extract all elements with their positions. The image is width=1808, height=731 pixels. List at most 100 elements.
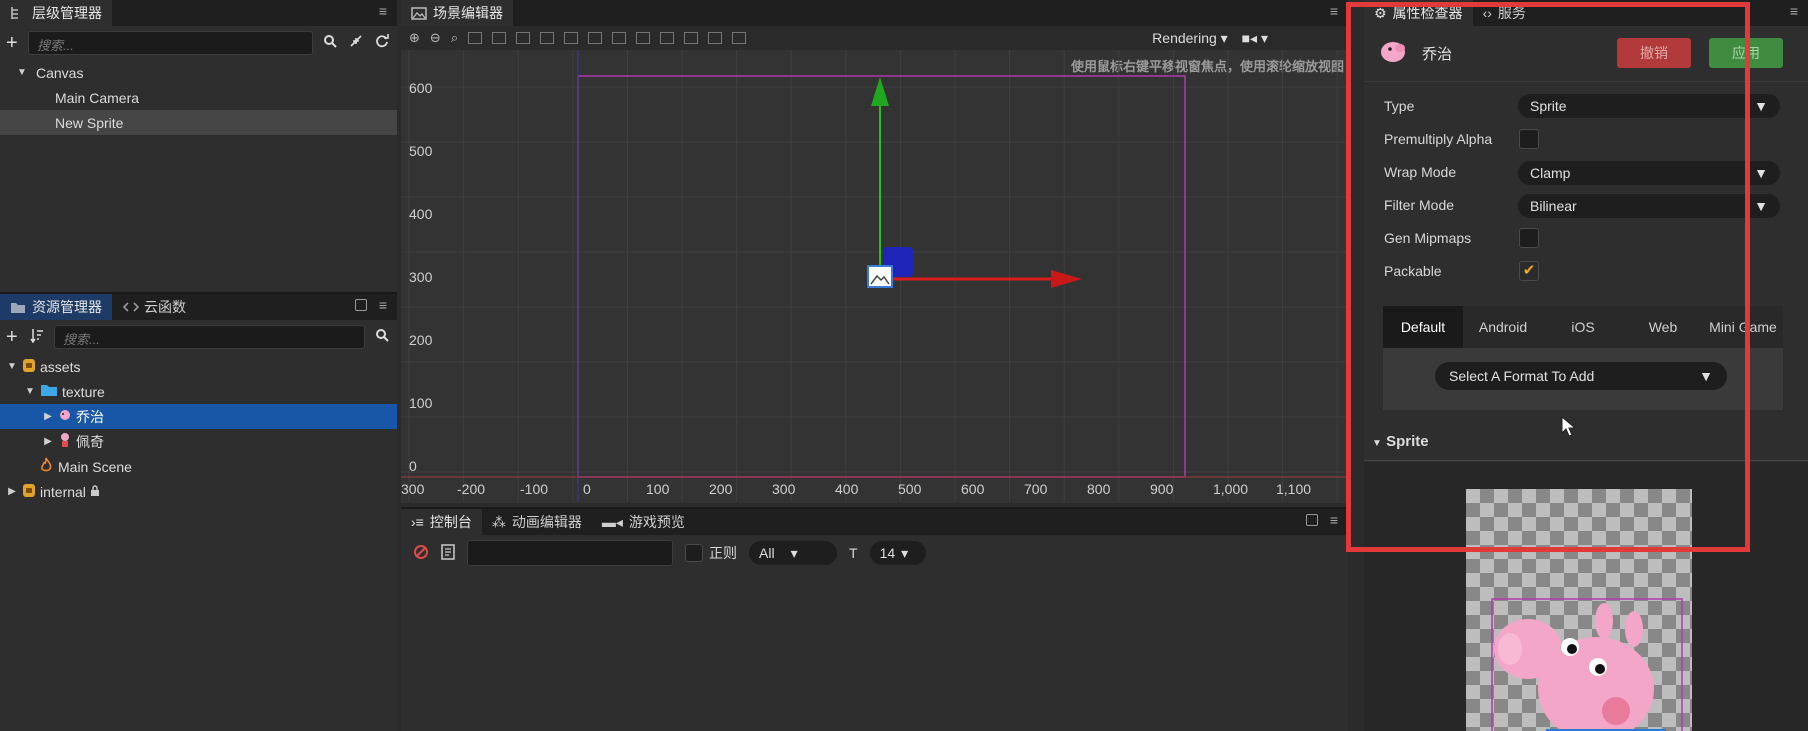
tree-node-internal[interactable]: ▶ internal: [0, 479, 397, 504]
tab-cloud-functions[interactable]: 云函数: [112, 294, 196, 320]
y-tick-label: 200: [409, 332, 433, 348]
tab-game-preview[interactable]: ▬◂ 游戏预览: [592, 509, 695, 535]
hierarchy-search-input[interactable]: 搜索...: [28, 31, 313, 55]
tab-console-label: 控制台: [429, 514, 472, 530]
tab-scene[interactable]: 场景编辑器: [401, 0, 513, 26]
zoom-out-icon[interactable]: ⊖: [430, 30, 441, 46]
section-divider: [1364, 460, 1808, 461]
tree-node-assets[interactable]: ▼ assets: [0, 354, 397, 379]
format-select[interactable]: Select A Format To Add ▼: [1435, 362, 1727, 390]
expand-arrow-icon[interactable]: ▼: [16, 67, 28, 78]
tab-platform-default[interactable]: Default: [1383, 306, 1463, 348]
align-right-icon[interactable]: [516, 32, 531, 44]
font-size-select[interactable]: 14 ▾: [869, 541, 926, 565]
expand-arrow-icon[interactable]: ▼: [6, 361, 18, 372]
wrap-mode-select[interactable]: Clamp ▼: [1518, 161, 1780, 185]
refresh-icon[interactable]: [373, 34, 391, 52]
align-bottom-icon[interactable]: [588, 32, 603, 44]
log-level-select[interactable]: All ▾: [749, 541, 837, 565]
maximize-icon[interactable]: [355, 299, 367, 311]
revert-button[interactable]: 撤销: [1617, 38, 1691, 68]
tab-animation-editor[interactable]: ⁂ 动画编辑器: [482, 509, 592, 535]
x-tick-label: 600: [961, 481, 985, 497]
distribute-middle-icon[interactable]: [636, 32, 651, 44]
scene-viewport[interactable]: 600 500 400 300 200 100 0 300 -200 -100 0 100 200 30…: [401, 50, 1348, 502]
tree-node-label: assets: [40, 358, 81, 375]
tree-node-peppa[interactable]: ▶ 佩奇: [0, 429, 397, 454]
distribute-right-icon[interactable]: [732, 32, 747, 44]
assets-search-input[interactable]: 搜索...: [54, 325, 365, 349]
add-node-icon[interactable]: +: [6, 33, 20, 53]
align-left-icon[interactable]: [468, 32, 483, 44]
add-asset-icon[interactable]: +: [6, 327, 20, 347]
distribute-left-icon[interactable]: [684, 32, 699, 44]
zoom-fit-icon[interactable]: ⌕: [451, 30, 458, 46]
expand-arrow-icon[interactable]: ▶: [42, 436, 54, 447]
tree-node-canvas[interactable]: ▼ Canvas: [0, 60, 397, 85]
zoom-in-icon[interactable]: ⊕: [409, 30, 420, 46]
premultiply-checkbox[interactable]: [1519, 129, 1539, 149]
expand-arrow-icon[interactable]: ▼: [24, 386, 36, 397]
tab-hierarchy[interactable]: 层级管理器: [0, 0, 112, 26]
tab-inspector[interactable]: ⚙ 属性检查器: [1364, 0, 1473, 26]
panel-menu-icon[interactable]: ≡: [1786, 4, 1802, 18]
type-select[interactable]: Sprite ▼: [1518, 94, 1780, 118]
gear-icon: ⚙: [1374, 4, 1387, 21]
chevron-down-icon: ▾: [790, 544, 798, 561]
tree-node-label: Canvas: [36, 64, 84, 81]
tree-node-label: texture: [62, 383, 105, 400]
scene-image-icon: [411, 6, 427, 20]
x-tick-label: 300: [772, 481, 796, 497]
console-filter-input[interactable]: [467, 540, 673, 566]
tab-platform-android[interactable]: Android: [1463, 306, 1543, 348]
panel-menu-icon[interactable]: ≡: [1326, 4, 1342, 18]
search-icon[interactable]: [373, 328, 391, 346]
panel-menu-icon[interactable]: ≡: [375, 4, 391, 18]
align-top-icon[interactable]: [540, 32, 555, 44]
x-tick-label: -200: [457, 481, 485, 497]
console-toolbar: 正则 All ▾ T 14 ▾: [401, 535, 1348, 571]
tab-services[interactable]: ‹› 服务: [1473, 0, 1536, 26]
panel-menu-icon[interactable]: ≡: [375, 298, 391, 312]
apply-button[interactable]: 应用: [1709, 38, 1783, 68]
log-file-icon[interactable]: [441, 543, 455, 563]
tab-platform-web[interactable]: Web: [1623, 306, 1703, 348]
align-center-icon[interactable]: [492, 32, 507, 44]
premultiply-label: Premultiply Alpha: [1384, 131, 1493, 147]
sprite-section-header[interactable]: ▼ Sprite: [1372, 433, 1429, 450]
distribute-top-icon[interactable]: [612, 32, 627, 44]
expand-arrow-icon[interactable]: ▶: [42, 411, 54, 422]
tree-node-texture[interactable]: ▼ texture: [0, 379, 397, 404]
distribute-center-icon[interactable]: [708, 32, 723, 44]
chevron-down-icon: ▾: [1220, 30, 1228, 46]
packable-checkbox[interactable]: ✔: [1519, 261, 1539, 281]
distribute-bottom-icon[interactable]: [660, 32, 675, 44]
tab-platform-ios[interactable]: iOS: [1543, 306, 1623, 348]
panel-menu-icon[interactable]: ≡: [1326, 513, 1342, 527]
sort-icon[interactable]: [28, 328, 46, 346]
camera-icon[interactable]: ■◂: [1242, 30, 1257, 46]
expand-arrow-icon[interactable]: ▶: [6, 486, 18, 497]
tree-node-label: 乔治: [76, 408, 104, 425]
gen-mipmaps-checkbox[interactable]: [1519, 228, 1539, 248]
console-panel: ›≡ 控制台 ⁂ 动画编辑器 ▬◂ 游戏预览 ≡ 正则 All ▾ T 14 ▾: [401, 507, 1348, 731]
rendering-dropdown[interactable]: Rendering ▾ ■◂ ▾: [1152, 30, 1268, 47]
filter-mode-value: Bilinear: [1530, 198, 1577, 214]
maximize-icon[interactable]: [1306, 514, 1318, 526]
hierarchy-toolbar: + 搜索...: [0, 26, 397, 60]
tab-preview-label: 游戏预览: [628, 514, 685, 530]
tree-node-new-sprite[interactable]: New Sprite: [0, 110, 397, 135]
tab-platform-mini-game[interactable]: Mini Game: [1703, 306, 1783, 348]
tree-node-main-camera[interactable]: Main Camera: [0, 85, 397, 110]
align-middle-icon[interactable]: [564, 32, 579, 44]
tab-console[interactable]: ›≡ 控制台: [401, 509, 482, 535]
tree-node-george[interactable]: ▶ 乔治: [0, 404, 397, 429]
regex-checkbox[interactable]: [685, 544, 703, 562]
tree-node-main-scene[interactable]: Main Scene: [0, 454, 397, 479]
collapse-icon[interactable]: [347, 34, 365, 52]
type-value: Sprite: [1530, 98, 1567, 114]
clear-icon[interactable]: [413, 544, 429, 563]
tab-assets[interactable]: 资源管理器: [0, 294, 112, 320]
search-icon[interactable]: [321, 34, 339, 52]
filter-mode-select[interactable]: Bilinear ▼: [1518, 194, 1780, 218]
